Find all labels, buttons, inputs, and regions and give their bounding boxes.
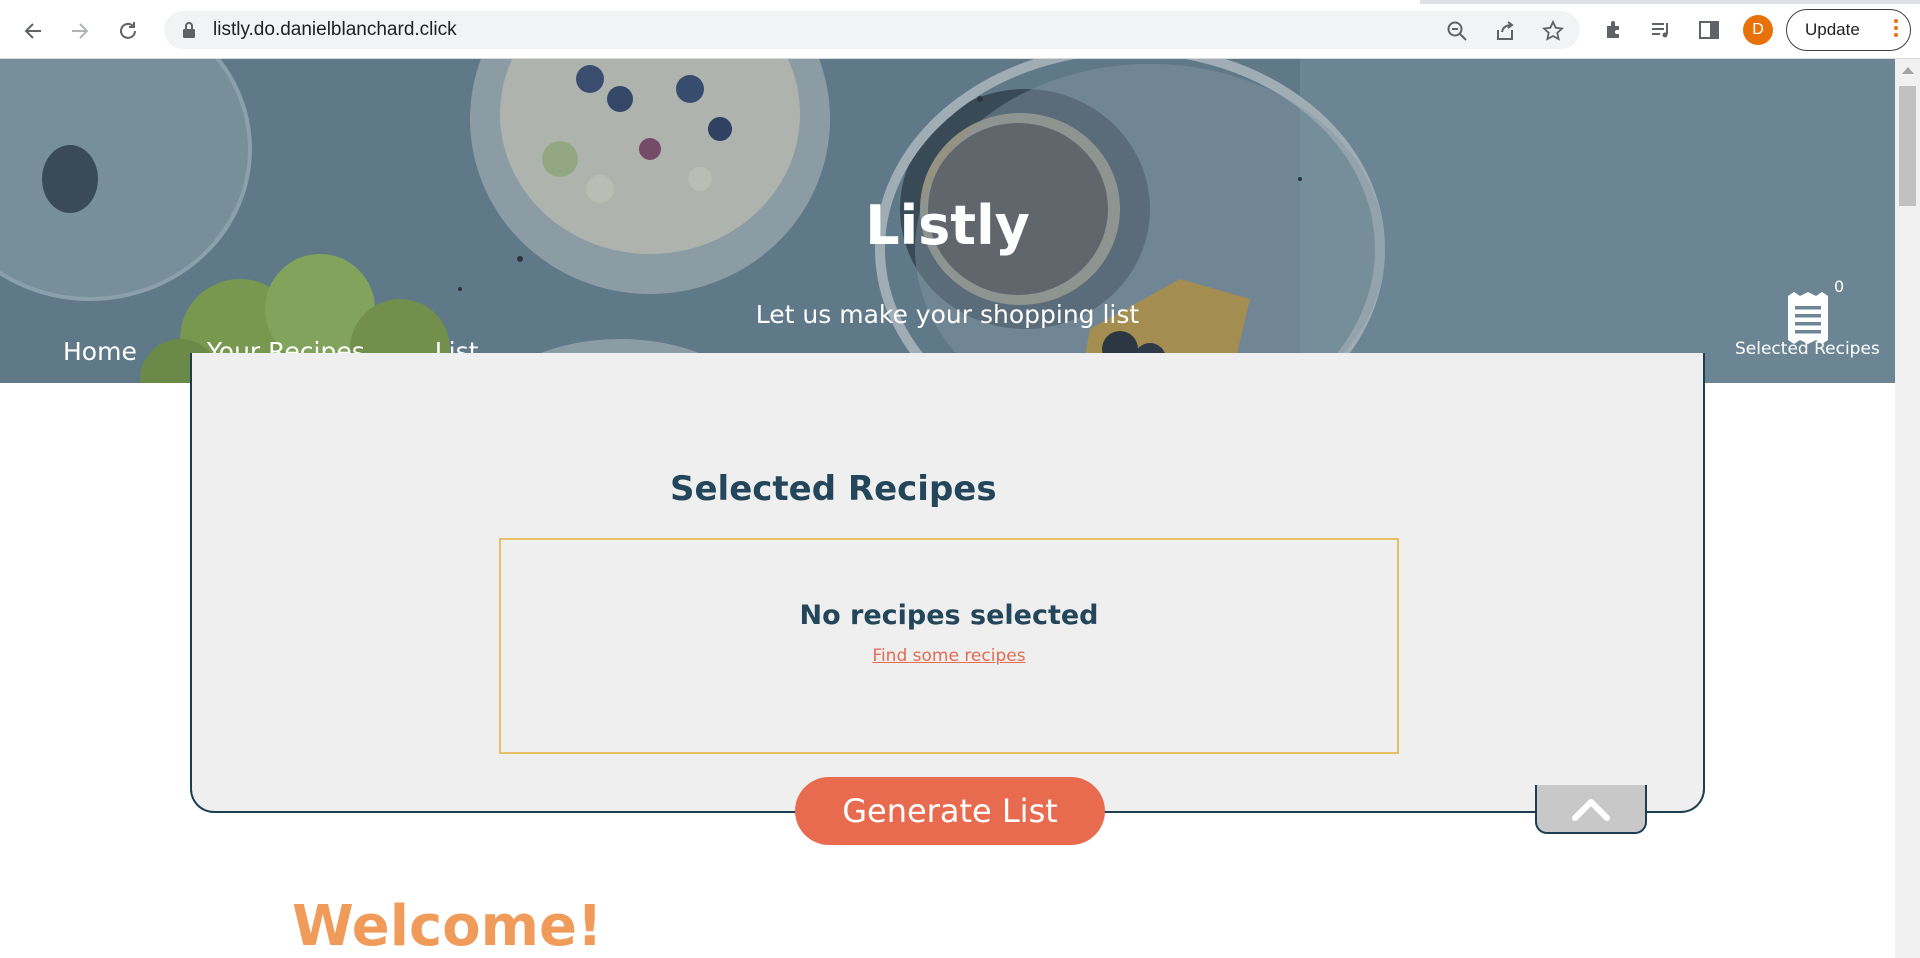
collapse-panel-button[interactable]: [1535, 785, 1647, 834]
site-title: Listly: [865, 194, 1030, 257]
find-recipes-link[interactable]: Find some recipes: [501, 646, 1397, 666]
address-bar[interactable]: listly.do.danielblanchard.click: [164, 11, 1580, 49]
welcome-heading: Welcome!: [292, 894, 603, 958]
update-button[interactable]: Update: [1786, 9, 1911, 51]
panel-title: Selected Recipes: [670, 469, 997, 509]
empty-state-title: No recipes selected: [799, 600, 1099, 631]
scroll-up-arrow-icon[interactable]: [1902, 67, 1914, 74]
selected-recipes-widget[interactable]: 0 Selected Recipes: [1735, 277, 1880, 377]
reload-icon[interactable]: [111, 14, 145, 48]
scrollbar-thumb[interactable]: [1899, 86, 1916, 206]
update-label: Update: [1805, 20, 1860, 39]
chevron-up-icon: [1572, 798, 1610, 821]
zoom-out-icon[interactable]: [1444, 18, 1470, 44]
media-control-icon[interactable]: [1647, 16, 1675, 44]
page-scrollbar[interactable]: [1895, 59, 1920, 958]
forward-icon[interactable]: [63, 14, 97, 48]
back-icon[interactable]: [16, 14, 50, 48]
tab-strip: [0, 0, 1920, 4]
lock-icon[interactable]: [182, 21, 196, 39]
site-tagline: Let us make your shopping list: [755, 300, 1140, 329]
more-menu-icon[interactable]: [1894, 19, 1898, 41]
generate-list-button[interactable]: Generate List: [795, 777, 1105, 845]
page-viewport: Listly Let us make your shopping list Ho…: [0, 59, 1895, 958]
selected-count-badge: 0: [1834, 277, 1845, 296]
empty-state-box: No recipes selected Find some recipes: [499, 538, 1399, 754]
selected-recipes-panel: Selected Recipes No recipes selected Fin…: [190, 353, 1705, 845]
hero-banner: Listly Let us make your shopping list Ho…: [0, 59, 1895, 383]
share-icon[interactable]: [1492, 18, 1518, 44]
selected-recipes-label: Selected Recipes: [1735, 339, 1880, 359]
url-text[interactable]: listly.do.danielblanchard.click: [213, 19, 457, 41]
receipt-icon: [1788, 292, 1828, 344]
browser-toolbar: listly.do.danielblanchard.click D Update: [0, 0, 1920, 59]
profile-avatar[interactable]: D: [1743, 15, 1773, 45]
side-panel-icon[interactable]: [1695, 16, 1723, 44]
bookmark-star-icon[interactable]: [1540, 18, 1566, 44]
extensions-icon[interactable]: [1600, 16, 1628, 44]
nav-home[interactable]: Home: [63, 337, 137, 366]
